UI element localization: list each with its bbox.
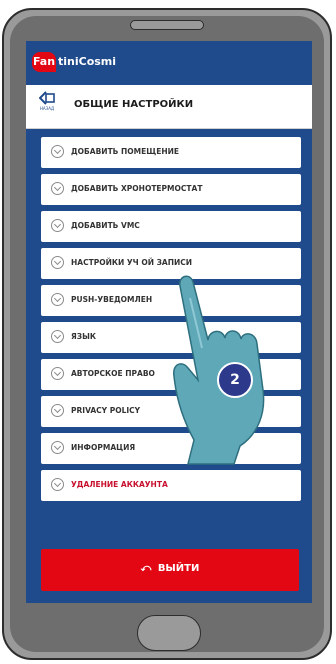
menu-item-label: ИНФОРМАЦИЯ: [71, 443, 136, 452]
chevron-down-icon: [51, 367, 64, 380]
chevron-down-icon: [51, 145, 64, 158]
menu-item-delete-account[interactable]: УДАЛЕНИЕ АККАУНТА: [41, 470, 301, 501]
logout-label: ВЫЙТИ: [157, 563, 200, 574]
menu-item-add-room[interactable]: ДОБАВИТЬ ПОМЕЩЕНИЕ: [41, 137, 301, 168]
chevron-down-icon: [51, 330, 64, 343]
back-label: НАЗАД: [39, 106, 55, 111]
back-arrow-icon: [39, 91, 55, 105]
phone-home-button[interactable]: [137, 615, 201, 651]
back-button[interactable]: НАЗАД: [32, 89, 62, 125]
logout-button[interactable]: ⤺ ВЫЙТИ: [41, 549, 299, 591]
step-badge: 2: [217, 362, 253, 398]
menu-item-label: АВТОРСКОЕ ПРАВО: [71, 369, 155, 378]
chevron-down-icon: [51, 478, 64, 491]
menu-item-label: УДАЛЕНИЕ АККАУНТА: [71, 480, 168, 489]
chevron-down-icon: [51, 293, 64, 306]
menu-item-label: ДОБАВИТЬ VMC: [71, 221, 140, 230]
chevron-down-icon: [51, 441, 64, 454]
menu-item-label: ДОБАВИТЬ ХРОНОТЕРМОСТАТ: [71, 184, 203, 193]
brand-name: tiniCosmi: [58, 55, 117, 68]
menu-item-add-thermostat[interactable]: ДОБАВИТЬ ХРОНОТЕРМОСТАТ: [41, 174, 301, 205]
logout-arrow-icon: ⤺: [140, 563, 152, 574]
chevron-down-icon: [51, 404, 64, 417]
menu-item-label: PUSH-УВЕДОМЛЕН: [71, 295, 153, 304]
chevron-down-icon: [51, 256, 64, 269]
menu-item-label: ДОБАВИТЬ ПОМЕЩЕНИЕ: [71, 147, 179, 156]
menu-item-label: НАСТРОЙКИ УЧ ОЙ ЗАПИСИ: [71, 258, 193, 267]
menu-item-label: ЯЗЫК: [71, 332, 97, 341]
brand-logo: Fan: [32, 52, 56, 72]
chevron-down-icon: [51, 182, 64, 195]
chevron-down-icon: [51, 219, 64, 232]
phone-speaker: [130, 20, 204, 30]
menu-item-label: PRIVACY POLICY: [71, 406, 141, 415]
brand-bar: Fan tiniCosmi: [26, 41, 312, 85]
title-bar: НАЗАД ОБЩИЕ НАСТРОЙКИ: [26, 85, 312, 129]
page-title: ОБЩИЕ НАСТРОЙКИ: [74, 99, 194, 110]
menu-item-add-vmc[interactable]: ДОБАВИТЬ VMC: [41, 211, 301, 242]
